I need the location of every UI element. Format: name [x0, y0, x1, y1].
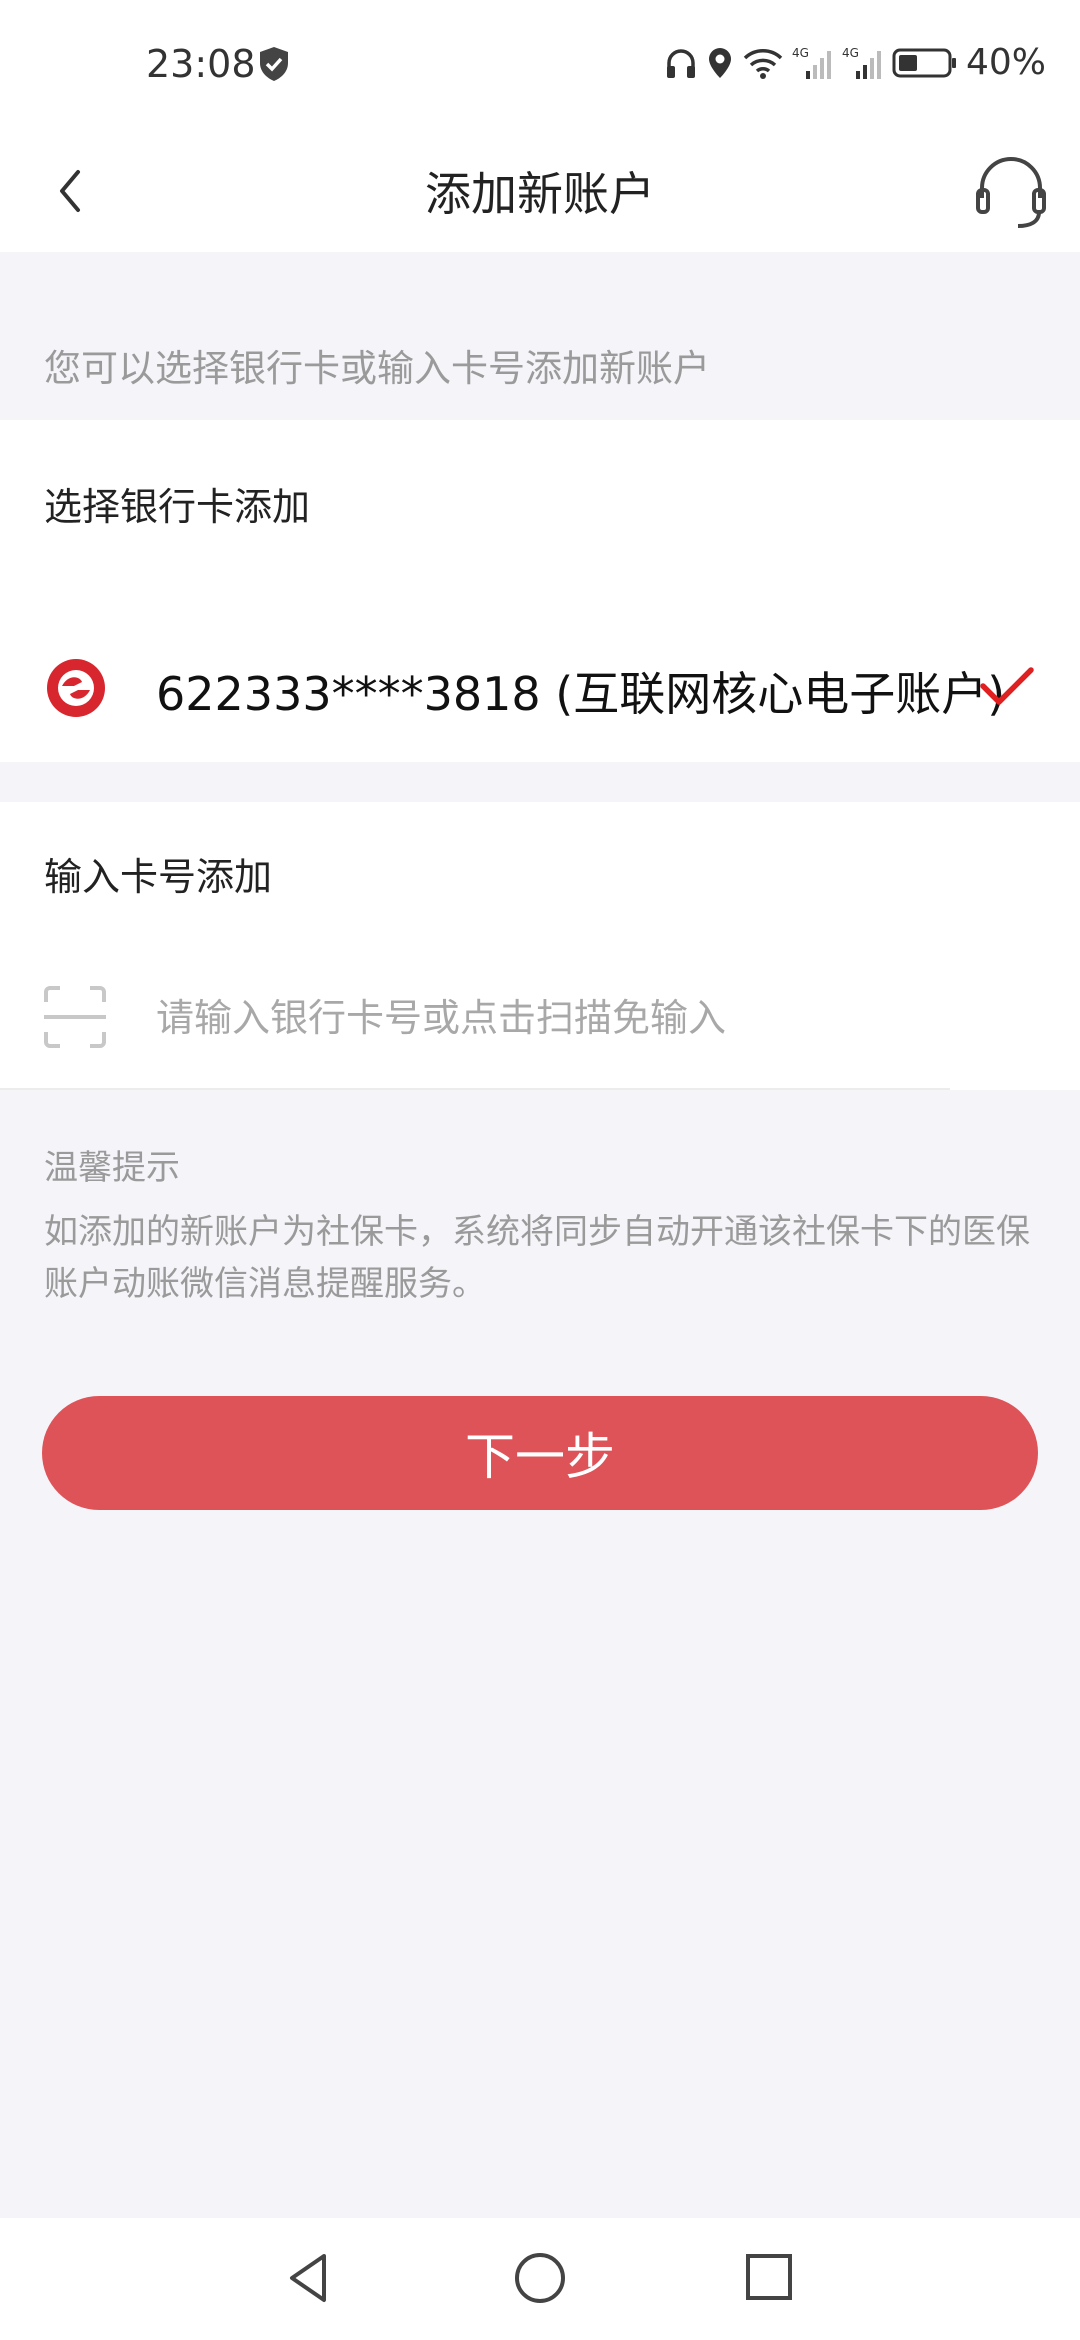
svg-text:4G: 4G — [842, 46, 859, 60]
hint-text: 您可以选择银行卡或输入卡号添加新账户 — [44, 347, 710, 390]
bank-logo-icon — [44, 656, 108, 720]
headphones-icon — [664, 46, 698, 80]
scan-icon[interactable] — [42, 984, 108, 1050]
status-time: 23:08 — [146, 42, 256, 86]
system-nav-bar — [0, 2218, 1080, 2340]
check-icon — [978, 662, 1036, 712]
battery-percent: 40% — [965, 42, 1046, 83]
signal-icon: 4G — [842, 45, 884, 81]
tips-body: 如添加的新账户为社保卡，系统将同步自动开通该社保卡下的医保账户动账微信消息提醒服… — [44, 1212, 1030, 1304]
select-card-section: 选择银行卡添加 622333****3818 (互联网核心电子账户) — [0, 420, 1080, 762]
page-title: 添加新账户 — [425, 167, 655, 221]
status-icons: 4G 4G 40% — [664, 42, 1046, 83]
customer-service-button[interactable] — [972, 146, 1050, 236]
status-bar: 23:08 4G 4G 40% — [0, 0, 1080, 130]
bank-card-label: 622333****3818 (互联网核心电子账户) — [156, 667, 1006, 721]
next-button[interactable]: 下一步 — [42, 1396, 1038, 1510]
section-title: 选择银行卡添加 — [44, 485, 311, 529]
back-triangle-icon[interactable] — [284, 2248, 334, 2308]
location-icon — [706, 46, 734, 80]
headset-icon — [972, 157, 1050, 240]
shield-icon — [258, 46, 290, 86]
input-card-section: 输入卡号添加 — [0, 802, 1080, 1090]
card-number-input[interactable] — [154, 982, 948, 1054]
battery-icon — [892, 47, 958, 79]
section-title: 输入卡号添加 — [44, 855, 273, 899]
divider — [0, 1088, 950, 1090]
wifi-icon — [742, 46, 784, 80]
signal-icon: 4G — [792, 45, 834, 81]
recents-square-icon[interactable] — [744, 2248, 796, 2308]
header: 添加新账户 — [0, 130, 1080, 252]
home-circle-icon[interactable] — [512, 2248, 568, 2308]
hint-row: 您可以选择银行卡或输入卡号添加新账户 — [0, 252, 1080, 420]
bank-card-item[interactable]: 622333****3818 (互联网核心电子账户) — [0, 614, 1080, 762]
svg-text:4G: 4G — [792, 46, 809, 60]
tips-title: 温馨提示 — [44, 1148, 180, 1188]
